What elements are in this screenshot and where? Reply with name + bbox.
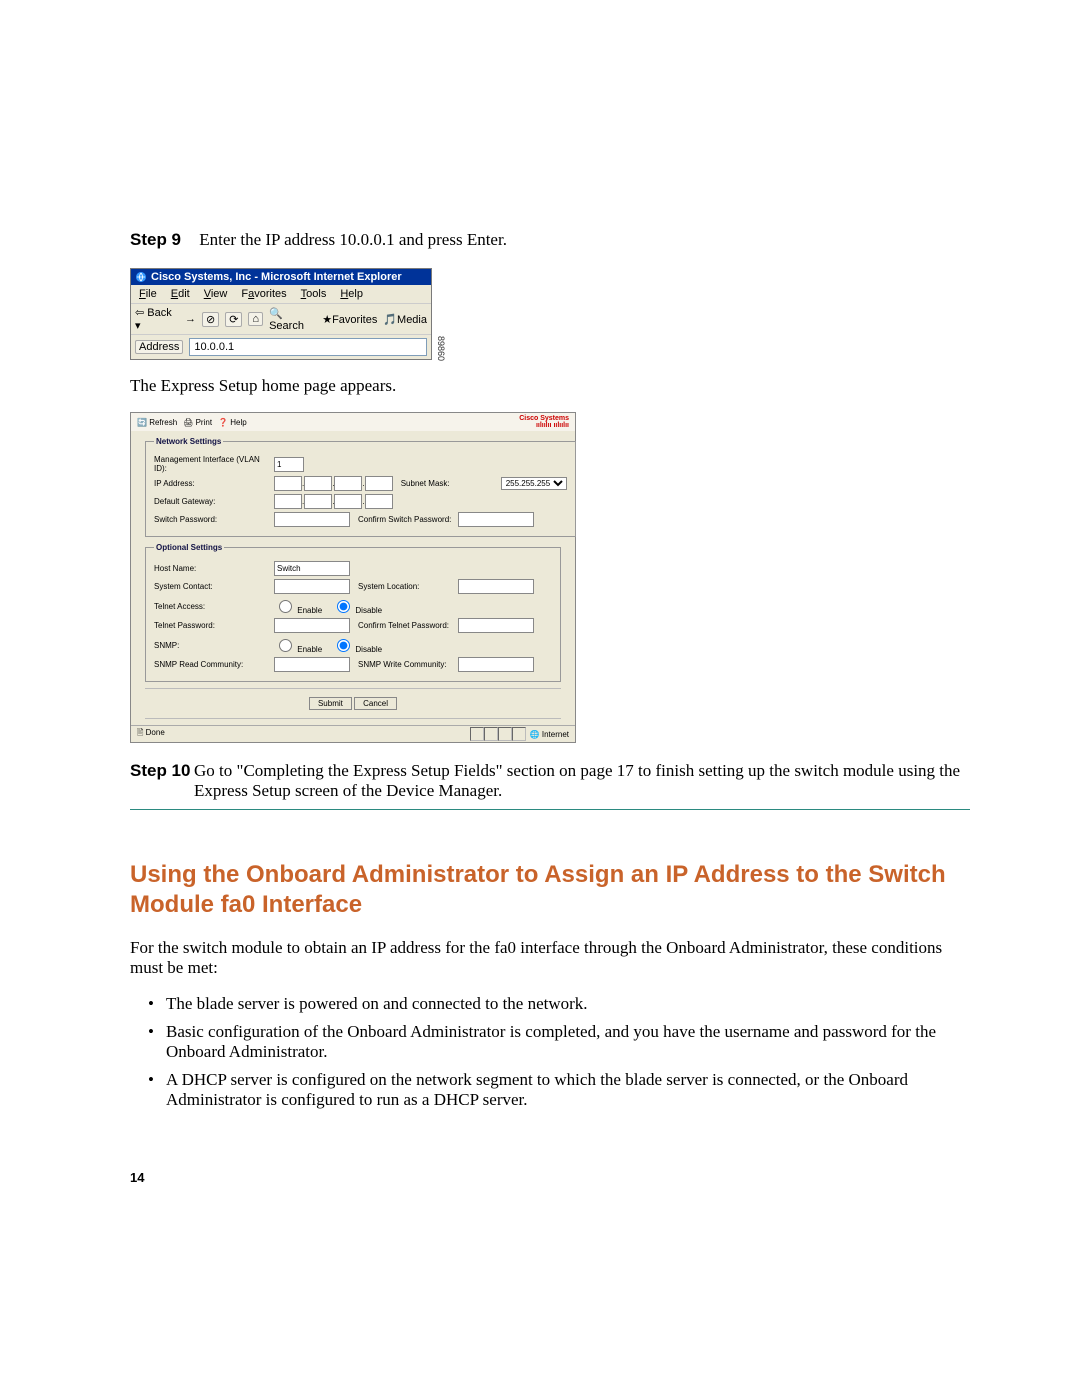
gw-octet-3[interactable] (334, 494, 362, 509)
search-button[interactable]: 🔍Search (269, 307, 316, 332)
menu-help[interactable]: Help (334, 287, 369, 301)
snmp-write-label: SNMP Write Community: (358, 660, 458, 669)
system-contact-input[interactable] (274, 579, 350, 594)
snmp-write-input[interactable] (458, 657, 534, 672)
status-done: 🖹 Done (137, 727, 165, 741)
gw-octet-2[interactable] (304, 494, 332, 509)
step-9-label: Step 9 (130, 230, 181, 249)
telnet-cpw-label: Confirm Telnet Password: (358, 621, 458, 630)
step-9-text: Enter the IP address 10.0.0.1 and press … (199, 230, 507, 249)
snmp-enable-radio[interactable]: Enable (274, 636, 322, 654)
confirm-switch-pw-label: Confirm Switch Password: (358, 515, 458, 524)
snmp-read-input[interactable] (274, 657, 350, 672)
mgmt-vlan-label: Management Interface (VLAN ID): (154, 455, 274, 473)
system-contact-label: System Contact: (154, 582, 274, 591)
ie-toolbar: ⇦ Back ▾ → ⊘ ⟳ ⌂ 🔍Search ★Favorites 🎵Med… (131, 303, 431, 335)
telnet-disable-radio[interactable]: Disable (332, 597, 382, 615)
step-10-line: Step 10 Go to "Completing the Express Se… (130, 761, 970, 801)
ie-window: Cisco Systems, Inc - Microsoft Internet … (130, 268, 432, 360)
menu-edit[interactable]: Edit (165, 287, 196, 301)
print-link[interactable]: 🖨 Print (183, 418, 212, 427)
home-icon[interactable]: ⌂ (248, 312, 263, 326)
stop-icon[interactable]: ⊘ (202, 312, 219, 327)
gateway-label: Default Gateway: (154, 497, 274, 506)
telnet-pw-input[interactable] (274, 618, 350, 633)
express-setup-window: 🔄 Refresh 🖨 Print ❓ Help Cisco Systems ı… (130, 412, 576, 743)
switch-pw-label: Switch Password: (154, 515, 274, 524)
optional-settings-legend: Optional Settings (154, 543, 224, 552)
address-label: Address (135, 340, 183, 354)
page-number: 14 (130, 1170, 970, 1185)
telnet-cpw-input[interactable] (458, 618, 534, 633)
ie-address-bar: Address (131, 335, 431, 359)
step-9-line: Step 9 Enter the IP address 10.0.0.1 and… (130, 230, 970, 250)
telnet-access-label: Telnet Access: (154, 602, 274, 611)
network-settings-legend: Network Settings (154, 437, 223, 446)
menu-view[interactable]: View (198, 287, 234, 301)
system-location-input[interactable] (458, 579, 534, 594)
snmp-label: SNMP: (154, 641, 274, 650)
refresh-icon[interactable]: ⟳ (225, 312, 242, 327)
host-name-input[interactable] (274, 561, 350, 576)
telnet-pw-label: Telnet Password: (154, 621, 274, 630)
list-item: A DHCP server is configured on the netwo… (148, 1070, 970, 1110)
forward-button[interactable]: → (185, 313, 196, 325)
step-10-label: Step 10 (130, 761, 194, 801)
favorites-button[interactable]: ★Favorites (322, 313, 377, 326)
snmp-read-label: SNMP Read Community: (154, 660, 274, 669)
ie-titlebar: Cisco Systems, Inc - Microsoft Internet … (131, 269, 431, 285)
confirm-switch-pw-input[interactable] (458, 512, 534, 527)
refresh-link[interactable]: 🔄 Refresh (137, 418, 177, 427)
ie-menubar[interactable]: FFileile Edit View Favorites Tools Help (131, 285, 431, 303)
ip-octet-4[interactable] (365, 476, 393, 491)
media-button[interactable]: 🎵Media (383, 313, 427, 326)
subnet-mask-label: Subnet Mask: (401, 479, 501, 488)
list-item: Basic configuration of the Onboard Admin… (148, 1022, 970, 1062)
menu-file[interactable]: FFileile (133, 287, 163, 301)
subnet-mask-select[interactable]: 255.255.255.0 (501, 477, 567, 490)
switch-pw-input[interactable] (274, 512, 350, 527)
ie-title-text: Cisco Systems, Inc - Microsoft Internet … (151, 271, 402, 283)
submit-button[interactable]: Submit (309, 697, 352, 710)
ip-address-label: IP Address: (154, 479, 274, 488)
optional-settings-box: Optional Settings Host Name: System Cont… (145, 543, 561, 682)
section-heading: Using the Onboard Administrator to Assig… (130, 860, 970, 920)
gw-octet-1[interactable] (274, 494, 302, 509)
step-10-text: Go to "Completing the Express Setup Fiel… (194, 761, 970, 801)
menu-tools[interactable]: Tools (295, 287, 333, 301)
gw-octet-4[interactable] (365, 494, 393, 509)
cancel-button[interactable]: Cancel (354, 697, 397, 710)
back-button[interactable]: ⇦ Back ▾ (135, 306, 179, 332)
address-input[interactable] (189, 338, 427, 356)
conditions-list: The blade server is powered on and conne… (148, 994, 970, 1110)
status-internet: 🌐 Internet (530, 730, 569, 739)
intro-text: For the switch module to obtain an IP ad… (130, 938, 970, 978)
host-name-label: Host Name: (154, 564, 274, 573)
snmp-disable-radio[interactable]: Disable (332, 636, 382, 654)
figure-id: 89860 (436, 336, 446, 361)
telnet-enable-radio[interactable]: Enable (274, 597, 322, 615)
ie-icon (135, 271, 147, 283)
section-divider (130, 809, 970, 810)
system-location-label: System Location: (358, 582, 458, 591)
list-item: The blade server is powered on and conne… (148, 994, 970, 1014)
after-ie-text: The Express Setup home page appears. (130, 376, 970, 396)
menu-favorites[interactable]: Favorites (235, 287, 292, 301)
mgmt-vlan-input[interactable] (274, 457, 304, 472)
network-settings-box: Network Settings Management Interface (V… (145, 437, 576, 537)
ip-octet-2[interactable] (304, 476, 332, 491)
help-link[interactable]: ❓ Help (218, 418, 247, 427)
ip-octet-3[interactable] (334, 476, 362, 491)
cisco-logo: Cisco Systems ıılıılıı ıılıılıı (519, 415, 569, 429)
ip-octet-1[interactable] (274, 476, 302, 491)
